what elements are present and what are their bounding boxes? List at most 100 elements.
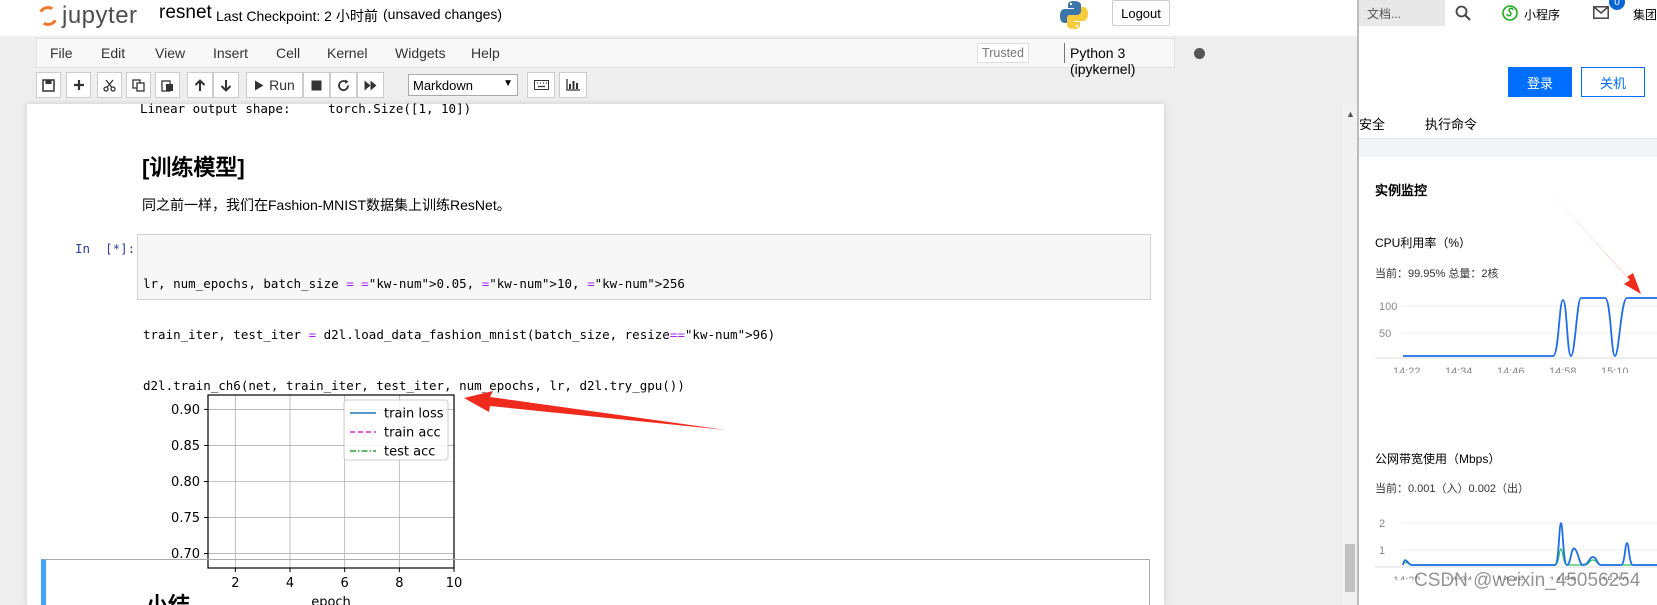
login-button[interactable]: 登录 xyxy=(1508,67,1572,97)
mini-chart-series-line xyxy=(1402,522,1657,566)
keyboard-icon xyxy=(533,80,549,90)
section-heading: [训练模型] xyxy=(142,155,245,180)
menu-file[interactable]: File xyxy=(50,45,73,61)
cut-button[interactable] xyxy=(97,72,122,98)
move-down-button[interactable] xyxy=(213,72,239,98)
kernel-busy-indicator-icon xyxy=(1194,48,1205,59)
cpu-usage-title: CPU利用率（%） xyxy=(1375,236,1472,250)
run-button[interactable]: Run xyxy=(246,72,303,98)
save-icon xyxy=(42,78,55,92)
menu-kernel[interactable]: Kernel xyxy=(327,45,367,61)
cpu-current-value: 当前：99.95% 总量：2核 xyxy=(1375,268,1499,280)
chart-y-tick-label: 0.75 xyxy=(171,511,200,526)
mini-program-link[interactable]: 小程序 xyxy=(1524,6,1560,23)
search-icon[interactable] xyxy=(1455,5,1471,21)
python-logo-icon xyxy=(1060,1,1088,29)
mini-chart-series-line xyxy=(1403,297,1657,357)
csdn-watermark: CSDN @weixin_45056254 xyxy=(1414,570,1641,591)
code-cell-editor[interactable]: lr, num_epochs, batch_size = ="kw-num">0… xyxy=(137,234,1151,393)
menu-edit[interactable]: Edit xyxy=(101,45,125,61)
menu-view[interactable]: View xyxy=(155,45,185,61)
mini-chart-x-tick-label: 14:22 xyxy=(1393,366,1421,373)
play-icon xyxy=(255,80,264,90)
fast-forward-icon xyxy=(364,80,377,90)
mini-chart-x-tick-label: 15:10 xyxy=(1601,366,1629,373)
cell-type-select[interactable]: Markdown ▼ xyxy=(408,74,518,96)
mini-chart-y-tick-label: 1 xyxy=(1379,545,1385,557)
summary-heading: 小结 xyxy=(146,588,190,605)
paste-button[interactable] xyxy=(155,72,180,98)
scrollbar-thumb[interactable] xyxy=(1345,544,1355,592)
mini-program-icon xyxy=(1502,5,1518,21)
restart-kernel-button[interactable] xyxy=(330,72,357,98)
autosave-status: (unsaved changes) xyxy=(383,6,503,22)
restart-run-all-button[interactable] xyxy=(357,72,384,98)
section-paragraph: 同之前一样，我们在Fashion-MNIST数据集上训练ResNet。 xyxy=(142,197,511,213)
code-line: lr, num_epochs, batch_size = ="kw-num">0… xyxy=(143,276,685,291)
mini-chart-x-tick-label: 14:58 xyxy=(1549,366,1577,373)
cpu-usage-chart: 100 50 14:22 14:34 14:46 14:58 15:10 xyxy=(1375,297,1657,373)
menu-insert[interactable]: Insert xyxy=(213,45,248,61)
menubar: File Edit View Insert Cell Kernel Widget… xyxy=(36,38,1205,77)
shutdown-button[interactable]: 关机 xyxy=(1581,67,1645,97)
mini-chart-series-line xyxy=(1402,548,1657,566)
doc-search-input[interactable]: 文档... xyxy=(1359,0,1445,26)
chart-y-tick-label: 0.90 xyxy=(171,403,200,418)
chart-button[interactable] xyxy=(559,72,587,98)
jupyter-logo-icon xyxy=(35,3,61,29)
move-up-button[interactable] xyxy=(187,72,213,98)
cell-input-prompt: In [*]: xyxy=(75,241,136,256)
menu-help[interactable]: Help xyxy=(471,45,500,61)
cell-output-text: Linear output shape: torch.Size([1, 10]) xyxy=(140,101,472,116)
jupyter-logo[interactable]: jupyter xyxy=(35,2,138,30)
insert-cell-button[interactable] xyxy=(66,72,91,98)
scissors-icon xyxy=(103,79,116,92)
notebook-scrollbar[interactable]: ▲ xyxy=(1343,104,1357,605)
save-button[interactable] xyxy=(36,72,61,98)
copy-button[interactable] xyxy=(126,72,151,98)
logout-button[interactable]: Logout xyxy=(1112,0,1170,26)
instance-monitor-title: 实例监控 xyxy=(1375,183,1428,198)
command-palette-button[interactable] xyxy=(527,72,555,98)
trusted-indicator[interactable]: Trusted xyxy=(977,43,1029,63)
plus-icon xyxy=(73,80,84,90)
tab-execute-command[interactable]: 执行命令 xyxy=(1425,114,1477,133)
menu-widgets[interactable]: Widgets xyxy=(395,45,446,61)
cell-type-value: Markdown xyxy=(413,77,473,93)
chart-legend-label: train acc xyxy=(384,426,441,441)
group-menu[interactable]: 集团 xyxy=(1633,6,1657,23)
section-gap xyxy=(1359,139,1657,157)
scroll-up-icon[interactable]: ▲ xyxy=(1346,109,1355,119)
chart-y-tick-label: 0.85 xyxy=(171,439,200,454)
notebook-toolbar: Run Markdown ▼ xyxy=(36,72,1175,102)
cloud-console-panel: 文档... 小程序 0 集团 登录 关机 安全 执行命令 实例监控 CPU利用率… xyxy=(1357,0,1657,605)
copy-icon xyxy=(132,78,145,92)
bandwidth-current-value: 当前：0.001（入）0.002（出） xyxy=(1375,483,1530,495)
mini-chart-x-tick-label: 14:46 xyxy=(1497,366,1525,373)
mini-chart-y-tick-label: 50 xyxy=(1379,328,1391,340)
jupyter-window: jupyter resnet Last Checkpoint: 2 小时前 (u… xyxy=(0,0,1357,605)
notebook-header: jupyter resnet Last Checkpoint: 2 小时前 (u… xyxy=(0,0,1357,36)
arrow-up-icon xyxy=(194,78,206,91)
markdown-cell-selected[interactable]: 小结 xyxy=(41,559,1150,605)
menu-cell[interactable]: Cell xyxy=(276,45,300,61)
arrow-down-icon xyxy=(220,79,232,92)
notebook-name[interactable]: resnet xyxy=(159,2,212,24)
logo-text: jupyter xyxy=(62,2,138,29)
mail-icon[interactable] xyxy=(1593,6,1609,19)
restart-icon xyxy=(338,79,349,91)
checkpoint-status: Last Checkpoint: 2 小时前 xyxy=(216,8,378,24)
stop-icon xyxy=(311,80,322,90)
chart-legend-label: train loss xyxy=(384,407,444,422)
mini-chart-y-tick-label: 100 xyxy=(1379,301,1397,313)
mini-chart-x-tick-label: 14:34 xyxy=(1445,366,1473,373)
bar-chart-icon xyxy=(566,79,580,91)
chevron-down-icon: ▼ xyxy=(503,78,513,89)
tab-security[interactable]: 安全 xyxy=(1359,114,1385,133)
run-label: Run xyxy=(269,77,295,93)
mini-chart-y-tick-label: 2 xyxy=(1379,518,1385,530)
kernel-separator xyxy=(1064,43,1065,63)
interrupt-kernel-button[interactable] xyxy=(303,72,330,98)
chart-y-tick-label: 0.80 xyxy=(171,475,200,490)
notebook-page: Linear output shape: torch.Size([1, 10])… xyxy=(27,101,1164,605)
